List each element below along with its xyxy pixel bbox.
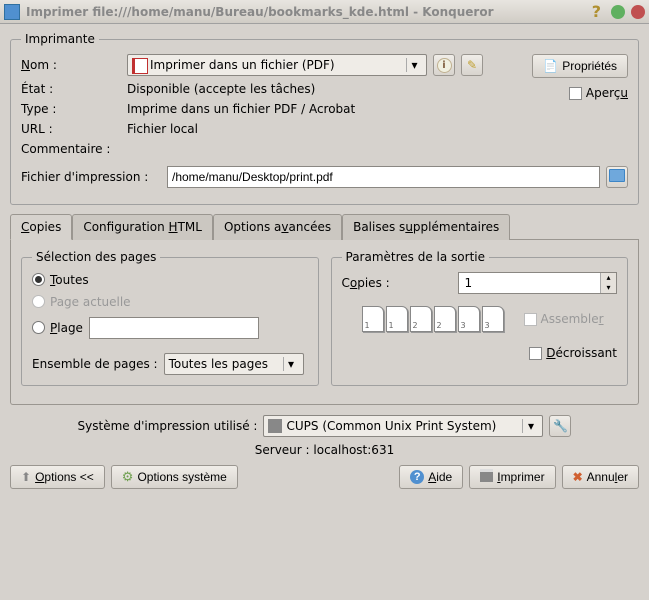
- print-system-value: CUPS (Common Unix Print System): [286, 419, 522, 433]
- help-button[interactable]: Aide: [399, 465, 463, 489]
- system-config-button[interactable]: 🔧: [549, 415, 571, 437]
- properties-label: Propriétés: [562, 59, 617, 73]
- preview-label: Aperçu: [586, 86, 628, 100]
- collate-checkbox: Assembler: [524, 312, 604, 326]
- output-file-label: Fichier d'impression :: [21, 170, 161, 184]
- cancel-label: Annuler: [587, 470, 628, 484]
- chevron-down-icon: ▾: [283, 357, 299, 371]
- pageset-select[interactable]: Toutes les pages ▾: [164, 353, 304, 375]
- printer-select[interactable]: Imprimer dans un fichier (PDF) ▾: [127, 54, 427, 76]
- wand-icon: ✎: [467, 58, 477, 72]
- info-icon: [437, 57, 452, 73]
- checkbox-icon: [524, 313, 537, 326]
- url-value: Fichier local: [127, 122, 198, 136]
- printer-select-value: Imprimer dans un fichier (PDF): [150, 58, 406, 72]
- copies-label: Copies :: [342, 276, 452, 290]
- printer-group: Imprimante Nom : Imprimer dans un fichie…: [10, 32, 639, 205]
- options-toggle-button[interactable]: Options <<: [10, 465, 105, 489]
- radio-icon: [32, 321, 45, 334]
- radio-range-label: Plage: [50, 321, 83, 335]
- system-options-button[interactable]: Options système: [111, 465, 238, 489]
- chevron-down-icon: ▾: [406, 58, 422, 72]
- state-label: État :: [21, 82, 121, 96]
- pageset-value: Toutes les pages: [169, 357, 283, 371]
- app-icon: [4, 4, 20, 20]
- radio-all-label: Toutes: [50, 273, 89, 287]
- pageset-label: Ensemble de pages :: [32, 357, 158, 371]
- output-params-legend: Paramètres de la sortie: [342, 250, 490, 264]
- radio-all-pages[interactable]: Toutes: [32, 273, 89, 287]
- cancel-button[interactable]: Annuler: [562, 465, 639, 489]
- printer-legend: Imprimante: [21, 32, 99, 46]
- url-label: URL :: [21, 122, 121, 136]
- wizard-button[interactable]: ✎: [461, 54, 483, 76]
- radio-icon: [32, 295, 45, 308]
- tab-advanced[interactable]: Options avancées: [213, 214, 342, 240]
- page-selection-group: Sélection des pages Toutes Page actuelle: [21, 250, 319, 386]
- help-titlebar-icon[interactable]: ?: [592, 2, 601, 21]
- checkbox-icon: [529, 347, 542, 360]
- tabbar: Copies Configuration HTML Options avancé…: [10, 213, 639, 240]
- printer-icon: [480, 469, 493, 485]
- tab-extra-tags[interactable]: Balises supplémentaires: [342, 214, 510, 240]
- radio-current-page: Page actuelle: [32, 295, 131, 309]
- radio-range[interactable]: Plage: [32, 321, 83, 335]
- button-bar: Options << Options système Aide Imprimer…: [10, 465, 639, 489]
- close-icon[interactable]: [631, 5, 645, 19]
- tab-html-config[interactable]: Configuration HTML: [72, 214, 213, 240]
- page-selection-legend: Sélection des pages: [32, 250, 160, 264]
- spin-arrows[interactable]: ▴▾: [600, 273, 616, 293]
- cups-icon: [268, 419, 282, 433]
- collate-preview-icon: [362, 306, 504, 332]
- print-dialog: Imprimante Nom : Imprimer dans un fichie…: [0, 24, 649, 497]
- type-value: Imprime dans un fichier PDF / Acrobat: [127, 102, 355, 116]
- output-file-input[interactable]: [167, 166, 600, 188]
- gear-icon: [122, 469, 134, 485]
- folder-icon: [609, 169, 625, 185]
- info-button[interactable]: [433, 54, 455, 76]
- cancel-icon: [573, 470, 583, 484]
- reverse-label: Décroissant: [546, 346, 617, 360]
- window-title: Imprimer file:///home/manu/Bureau/bookma…: [26, 5, 586, 19]
- server-label: Serveur : localhost:631: [10, 443, 639, 457]
- checkbox-icon: [569, 87, 582, 100]
- tab-content-copies: Sélection des pages Toutes Page actuelle: [10, 240, 639, 405]
- output-params-group: Paramètres de la sortie Copies : 1 ▴▾: [331, 250, 629, 386]
- system-options-label: Options système: [137, 470, 226, 484]
- copies-spinbox[interactable]: 1 ▴▾: [458, 272, 618, 294]
- state-value: Disponible (accepte les tâches): [127, 82, 315, 96]
- preview-checkbox[interactable]: Aperçu: [569, 86, 628, 100]
- print-system-select[interactable]: CUPS (Common Unix Print System) ▾: [263, 415, 543, 437]
- properties-button[interactable]: 📄 Propriétés: [532, 54, 628, 78]
- range-input[interactable]: [89, 317, 259, 339]
- collate-label: Assembler: [541, 312, 604, 326]
- properties-icon: 📄: [543, 59, 558, 73]
- print-button[interactable]: Imprimer: [469, 465, 555, 489]
- tab-copies[interactable]: Copies: [10, 214, 72, 240]
- help-label: Aide: [428, 470, 452, 484]
- arrow-up-icon: [21, 470, 31, 484]
- comment-label: Commentaire :: [21, 142, 121, 156]
- browse-button[interactable]: [606, 166, 628, 188]
- print-label: Imprimer: [497, 470, 544, 484]
- tab-container: Copies Configuration HTML Options avancé…: [10, 213, 639, 405]
- reverse-checkbox[interactable]: Décroissant: [529, 346, 617, 360]
- titlebar: Imprimer file:///home/manu/Bureau/bookma…: [0, 0, 649, 24]
- pdf-icon: [132, 58, 146, 72]
- minimize-icon[interactable]: [611, 5, 625, 19]
- options-toggle-label: Options <<: [35, 470, 94, 484]
- type-label: Type :: [21, 102, 121, 116]
- radio-icon: [32, 273, 45, 286]
- wrench-icon: 🔧: [553, 419, 568, 433]
- help-icon: [410, 469, 424, 484]
- radio-current-label: Page actuelle: [50, 295, 131, 309]
- name-label: Nom :: [21, 58, 121, 72]
- copies-value: 1: [459, 276, 601, 290]
- print-system-label: Système d'impression utilisé :: [78, 419, 258, 433]
- chevron-down-icon: ▾: [522, 419, 538, 433]
